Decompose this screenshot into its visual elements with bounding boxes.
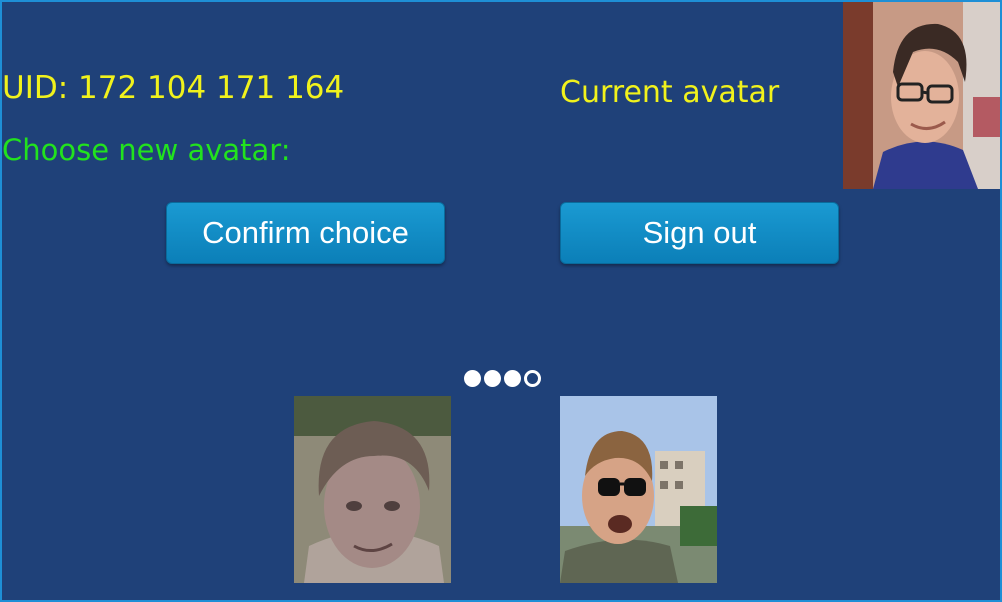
choose-avatar-label: Choose new avatar: (2, 133, 291, 167)
current-avatar-image (843, 2, 1000, 189)
current-avatar-label: Current avatar (560, 75, 780, 110)
account-screen: UID: 172 104 171 164 Choose new avatar: … (0, 0, 1002, 602)
carousel-dot-4-active[interactable] (524, 369, 541, 387)
carousel-pagination (464, 368, 541, 388)
avatar-option-2[interactable] (560, 396, 717, 583)
carousel-dot-1[interactable] (464, 369, 481, 387)
carousel-dot-2[interactable] (484, 369, 501, 387)
confirm-choice-button[interactable]: Confirm choice (166, 202, 445, 264)
avatar-option-1[interactable] (294, 396, 451, 583)
carousel-dot-3[interactable] (504, 369, 521, 387)
sign-out-button[interactable]: Sign out (560, 202, 839, 264)
uid-label: UID: 172 104 171 164 (2, 70, 345, 106)
